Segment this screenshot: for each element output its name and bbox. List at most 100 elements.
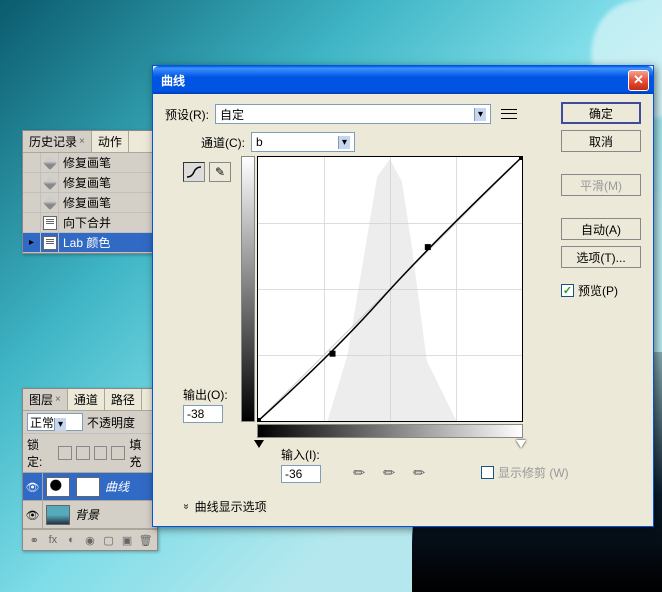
- preset-menu-icon[interactable]: [501, 107, 517, 121]
- fill-label: 填充: [129, 436, 153, 470]
- marker-icon: ▸: [29, 237, 34, 248]
- smooth-button: 平滑(M): [561, 174, 641, 196]
- output-gradient: [241, 156, 255, 422]
- layer-list: 曲线背景: [23, 473, 157, 529]
- layer-item[interactable]: 曲线: [23, 473, 157, 501]
- mask-icon[interactable]: ◐: [63, 533, 79, 547]
- preset-label: 预设(R):: [165, 106, 209, 123]
- chevron-down-icon: ▾: [474, 108, 486, 121]
- tab-label: 通道: [74, 391, 98, 408]
- lock-label: 锁定:: [27, 436, 54, 470]
- brush-icon: [43, 196, 57, 210]
- tab-history[interactable]: 历史记录 ×: [23, 131, 92, 152]
- lock-pixels-icon[interactable]: [76, 446, 90, 460]
- trash-icon[interactable]: 🗑: [138, 533, 154, 547]
- visibility-icon[interactable]: [26, 508, 40, 522]
- history-label: 修复画笔: [59, 154, 157, 171]
- layers-tabs: 图层× 通道 路径: [23, 389, 157, 411]
- ok-button[interactable]: 确定: [561, 102, 641, 124]
- output-label: 输出(O):: [183, 386, 228, 403]
- fx-icon[interactable]: fx: [45, 533, 61, 547]
- input-label: 输入(I):: [281, 446, 321, 463]
- channel-label: 通道(C):: [201, 134, 245, 151]
- options-button[interactable]: 选项(T)...: [561, 246, 641, 268]
- curve-point[interactable]: [519, 157, 522, 160]
- link-icon[interactable]: ⚭: [26, 533, 42, 547]
- history-tabs: 历史记录 × 动作: [23, 131, 157, 153]
- black-point-slider[interactable]: [254, 440, 264, 448]
- new-layer-icon[interactable]: ▣: [119, 533, 135, 547]
- preset-select[interactable]: 自定 ▾: [215, 104, 491, 124]
- input-gradient: [257, 424, 523, 438]
- history-label: 修复画笔: [59, 194, 157, 211]
- lock-position-icon[interactable]: [94, 446, 108, 460]
- close-button[interactable]: ✕: [628, 70, 649, 91]
- preset-value: 自定: [220, 106, 244, 123]
- layer-name: 背景: [73, 506, 99, 523]
- curve-options-label[interactable]: 曲线显示选项: [195, 498, 267, 515]
- dialog-title: 曲线: [157, 72, 628, 89]
- channel-select[interactable]: b ▾: [251, 132, 355, 152]
- input-field[interactable]: [281, 465, 321, 483]
- visibility-icon[interactable]: [26, 480, 40, 494]
- layers-footer: ⚭ fx ◐ ◉ ▢ ▣ 🗑: [23, 529, 157, 550]
- gray-eyedropper-icon[interactable]: [379, 458, 404, 483]
- history-item[interactable]: ▸ Lab 颜色: [23, 233, 157, 253]
- lock-all-icon[interactable]: [111, 446, 125, 460]
- tab-actions[interactable]: 动作: [92, 131, 129, 152]
- history-item[interactable]: 修复画笔: [23, 153, 157, 173]
- close-icon[interactable]: ×: [55, 394, 61, 405]
- output-field[interactable]: [183, 405, 223, 423]
- curve-point[interactable]: [425, 244, 431, 250]
- layer-thumb[interactable]: [46, 505, 70, 525]
- tab-channels[interactable]: 通道: [68, 389, 105, 410]
- curve-point[interactable]: [258, 418, 261, 421]
- brush-icon: [43, 176, 57, 190]
- preview-checkbox[interactable]: ✓: [561, 284, 574, 297]
- blend-value: 正常: [30, 416, 54, 430]
- history-list: 修复画笔 修复画笔 修复画笔 向下合并 ▸ Lab 颜色: [23, 153, 157, 253]
- white-point-slider[interactable]: [516, 440, 526, 448]
- close-icon[interactable]: ×: [79, 136, 85, 147]
- opacity-label: 不透明度: [87, 414, 135, 431]
- blend-mode-select[interactable]: 正常▾: [27, 413, 83, 431]
- brush-icon: [43, 156, 57, 170]
- auto-button[interactable]: 自动(A): [561, 218, 641, 240]
- chevron-down-icon: ▾: [338, 136, 350, 149]
- history-label: Lab 颜色: [59, 234, 157, 251]
- expand-icon[interactable]: »: [180, 504, 191, 510]
- curve-line[interactable]: [258, 157, 522, 421]
- white-eyedropper-icon[interactable]: [409, 458, 434, 483]
- adjustment-thumb[interactable]: [46, 477, 70, 497]
- chevron-down-icon: ▾: [54, 418, 66, 431]
- history-item[interactable]: 修复画笔: [23, 173, 157, 193]
- cancel-button[interactable]: 取消: [561, 130, 641, 152]
- tab-layers[interactable]: 图层×: [23, 389, 68, 410]
- tab-label: 动作: [98, 133, 122, 150]
- titlebar[interactable]: 曲线 ✕: [153, 66, 653, 94]
- history-item[interactable]: 向下合并: [23, 213, 157, 233]
- history-panel: 历史记录 × 动作 修复画笔 修复画笔 修复画笔 向下合并 ▸ Lab 颜色: [22, 130, 158, 254]
- history-item[interactable]: 修复画笔: [23, 193, 157, 213]
- show-clip-checkbox[interactable]: [481, 466, 494, 479]
- curves-graph[interactable]: [257, 156, 523, 422]
- lock-transparency-icon[interactable]: [58, 446, 72, 460]
- tab-label: 图层: [29, 391, 53, 408]
- mask-thumb[interactable]: [76, 477, 100, 497]
- channel-value: b: [256, 135, 263, 149]
- history-label: 修复画笔: [59, 174, 157, 191]
- pencil-tool-button[interactable]: ✎: [209, 162, 231, 182]
- tab-label: 路径: [111, 391, 135, 408]
- layers-panel: 图层× 通道 路径 正常▾ 不透明度 锁定: 填充 曲线背景 ⚭ fx ◐ ◉ …: [22, 388, 158, 551]
- curves-dialog: 曲线 ✕ 预设(R): 自定 ▾ 通道(C): b ▾ ✎: [152, 65, 654, 527]
- tab-paths[interactable]: 路径: [105, 389, 142, 410]
- black-eyedropper-icon[interactable]: [349, 458, 374, 483]
- preview-label: 预览(P): [578, 282, 618, 299]
- adjustment-icon[interactable]: ◉: [82, 533, 98, 547]
- history-label: 向下合并: [59, 214, 157, 231]
- layer-item[interactable]: 背景: [23, 501, 157, 529]
- folder-icon[interactable]: ▢: [101, 533, 117, 547]
- curve-point[interactable]: [330, 351, 336, 357]
- show-clip-label: 显示修剪 (W): [498, 464, 569, 481]
- curve-tool-button[interactable]: [183, 162, 205, 182]
